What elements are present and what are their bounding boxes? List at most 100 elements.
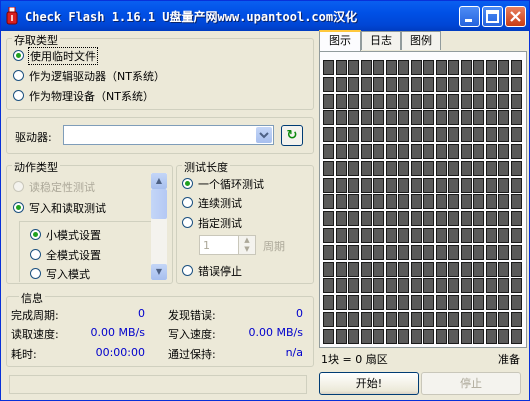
block-cell <box>498 245 509 260</box>
continuous-radio[interactable] <box>182 197 193 208</box>
block-cell <box>323 228 334 243</box>
small-mode-radio[interactable] <box>30 229 41 240</box>
one-cycle-label[interactable]: 一个循环测试 <box>198 176 264 192</box>
block-cell <box>486 161 497 176</box>
cycles-value: 1 <box>203 239 210 252</box>
block-cell <box>348 77 359 92</box>
stop-button[interactable]: 停止 <box>421 372 521 395</box>
block-cell <box>498 312 509 327</box>
block-cell <box>498 77 509 92</box>
block-cell <box>323 77 334 92</box>
block-cell <box>361 110 372 125</box>
block-cell <box>448 161 459 176</box>
full-mode-radio[interactable] <box>30 249 41 260</box>
one-cycle-radio[interactable] <box>182 178 193 189</box>
start-button[interactable]: 开始! <box>319 372 419 395</box>
block-cell <box>423 144 434 159</box>
window-title: Check Flash 1.16.1 U盘量产网www.upantool.com… <box>25 10 358 24</box>
full-mode-label[interactable]: 全模式设置 <box>46 247 101 263</box>
physical-device-radio[interactable] <box>13 90 24 101</box>
specified-radio[interactable] <box>182 217 193 228</box>
block-cell <box>486 144 497 159</box>
block-cell <box>398 295 409 310</box>
block-cell <box>398 245 409 260</box>
block-cell <box>398 161 409 176</box>
block-cell <box>398 312 409 327</box>
read-stability-label[interactable]: 读稳定性测试 <box>29 179 95 195</box>
block-cell <box>461 127 472 142</box>
info-legend: 信息 <box>19 290 45 306</box>
block-cell <box>361 228 372 243</box>
use-temp-file-label[interactable]: 使用临时文件 <box>28 47 98 65</box>
write-mode-radio[interactable] <box>30 268 41 279</box>
block-cell <box>423 127 434 142</box>
block-cell <box>448 295 459 310</box>
use-temp-file-radio[interactable] <box>13 50 24 61</box>
block-cell <box>386 60 397 75</box>
specified-label[interactable]: 指定测试 <box>198 215 242 231</box>
drive-select[interactable] <box>63 125 274 145</box>
block-cell <box>398 127 409 142</box>
block-cell <box>373 211 384 226</box>
scroll-up-button[interactable]: ▲ <box>151 173 167 189</box>
block-cell <box>511 194 522 209</box>
chevron-down-icon: ▼ <box>244 245 250 253</box>
block-cell <box>386 211 397 226</box>
block-cell <box>373 77 384 92</box>
small-mode-label[interactable]: 小模式设置 <box>46 227 101 243</box>
block-cell <box>411 262 422 277</box>
block-cell <box>486 278 497 293</box>
write-read-label[interactable]: 写入和读取测试 <box>29 200 106 216</box>
block-cell <box>348 161 359 176</box>
block-info-label: 1块 = 0 扇区 <box>321 353 388 366</box>
block-cell <box>486 228 497 243</box>
block-cell <box>486 295 497 310</box>
cycles-down-button[interactable]: ▼ <box>238 245 255 254</box>
block-cell <box>336 60 347 75</box>
block-cell <box>361 178 372 193</box>
block-cell <box>511 161 522 176</box>
drive-dropdown-button[interactable] <box>256 127 272 143</box>
block-cell <box>473 77 484 92</box>
block-cell <box>498 94 509 109</box>
tab-legend[interactable]: 图例 <box>401 31 441 50</box>
stop-on-error-label[interactable]: 错误停止 <box>198 263 242 279</box>
status-bar <box>9 375 307 394</box>
maximize-button[interactable] <box>482 6 503 27</box>
block-cell <box>436 77 447 92</box>
action-scrollbar[interactable]: ▲ ▼ <box>151 173 167 280</box>
block-cell <box>486 127 497 142</box>
scroll-thumb[interactable] <box>151 189 167 219</box>
tab-graph[interactable]: 图示 <box>319 30 361 51</box>
block-cell <box>348 262 359 277</box>
cycles-up-button[interactable]: ▲ <box>238 236 255 245</box>
read-stability-radio[interactable] <box>13 181 24 192</box>
block-cell <box>486 262 497 277</box>
block-cell <box>411 329 422 344</box>
minimize-button[interactable] <box>459 6 480 27</box>
close-button[interactable] <box>505 6 526 27</box>
scroll-down-button[interactable]: ▼ <box>151 264 167 280</box>
block-cell <box>448 194 459 209</box>
block-cell <box>398 60 409 75</box>
block-cell <box>486 194 497 209</box>
write-mode-label[interactable]: 写入模式 <box>46 266 90 282</box>
block-cell <box>461 329 472 344</box>
block-cell <box>323 60 334 75</box>
physical-device-label[interactable]: 作为物理设备（NT系统） <box>29 88 154 104</box>
block-cell <box>411 94 422 109</box>
cycles-spinner[interactable]: 1 ▲ ▼ <box>199 235 256 255</box>
flash-drive-icon <box>6 7 18 25</box>
block-cell <box>398 228 409 243</box>
refresh-drives-button[interactable]: ↻ <box>281 125 303 146</box>
stop-on-error-radio[interactable] <box>182 265 193 276</box>
block-cell <box>336 178 347 193</box>
block-cell <box>511 278 522 293</box>
logical-drive-radio[interactable] <box>13 70 24 81</box>
title-bar[interactable]: Check Flash 1.16.1 U盘量产网www.upantool.com… <box>1 1 529 31</box>
block-cell <box>448 60 459 75</box>
tab-log[interactable]: 日志 <box>361 31 401 50</box>
continuous-label[interactable]: 连续测试 <box>198 195 242 211</box>
write-read-radio[interactable] <box>13 202 24 213</box>
logical-drive-label[interactable]: 作为逻辑驱动器（NT系统） <box>29 68 165 84</box>
